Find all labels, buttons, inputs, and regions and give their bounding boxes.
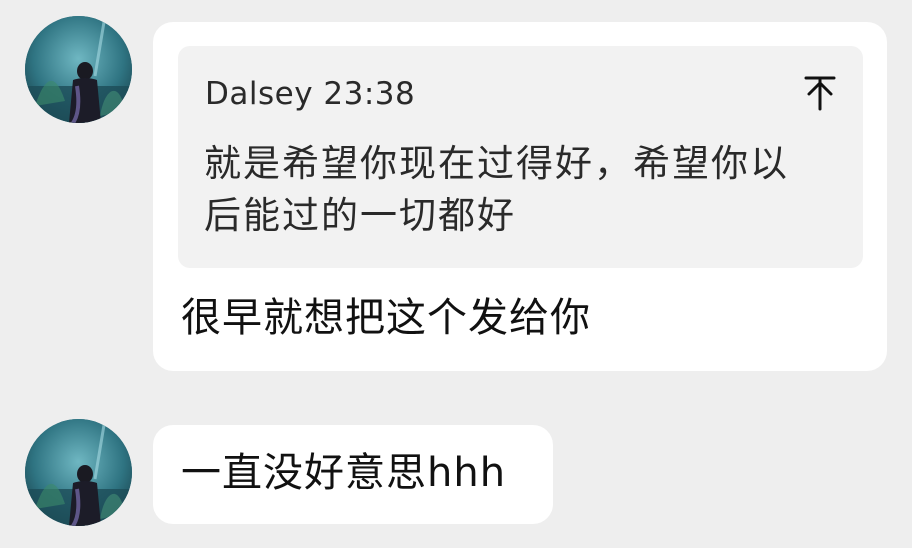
message-text: 一直没好意思hhh (181, 450, 507, 496)
message-bubble[interactable]: Dalsey 23:38 就是希望你现在过得好，希望你以后能过的一切都好 很早就… (153, 22, 887, 371)
avatar-image (25, 419, 132, 526)
avatar-image (25, 16, 132, 123)
avatar[interactable] (25, 16, 132, 123)
quote-text: 就是希望你现在过得好，希望你以后能过的一切都好 (204, 142, 789, 237)
avatar[interactable] (25, 419, 132, 526)
message-text: 很早就想把这个发给你 (181, 295, 591, 341)
quote-header: Dalsey 23:38 (205, 76, 416, 112)
quoted-message[interactable]: Dalsey 23:38 就是希望你现在过得好，希望你以后能过的一切都好 (178, 46, 863, 268)
pin-to-top-icon[interactable] (803, 74, 837, 112)
message-bubble[interactable]: 一直没好意思hhh (153, 425, 553, 524)
